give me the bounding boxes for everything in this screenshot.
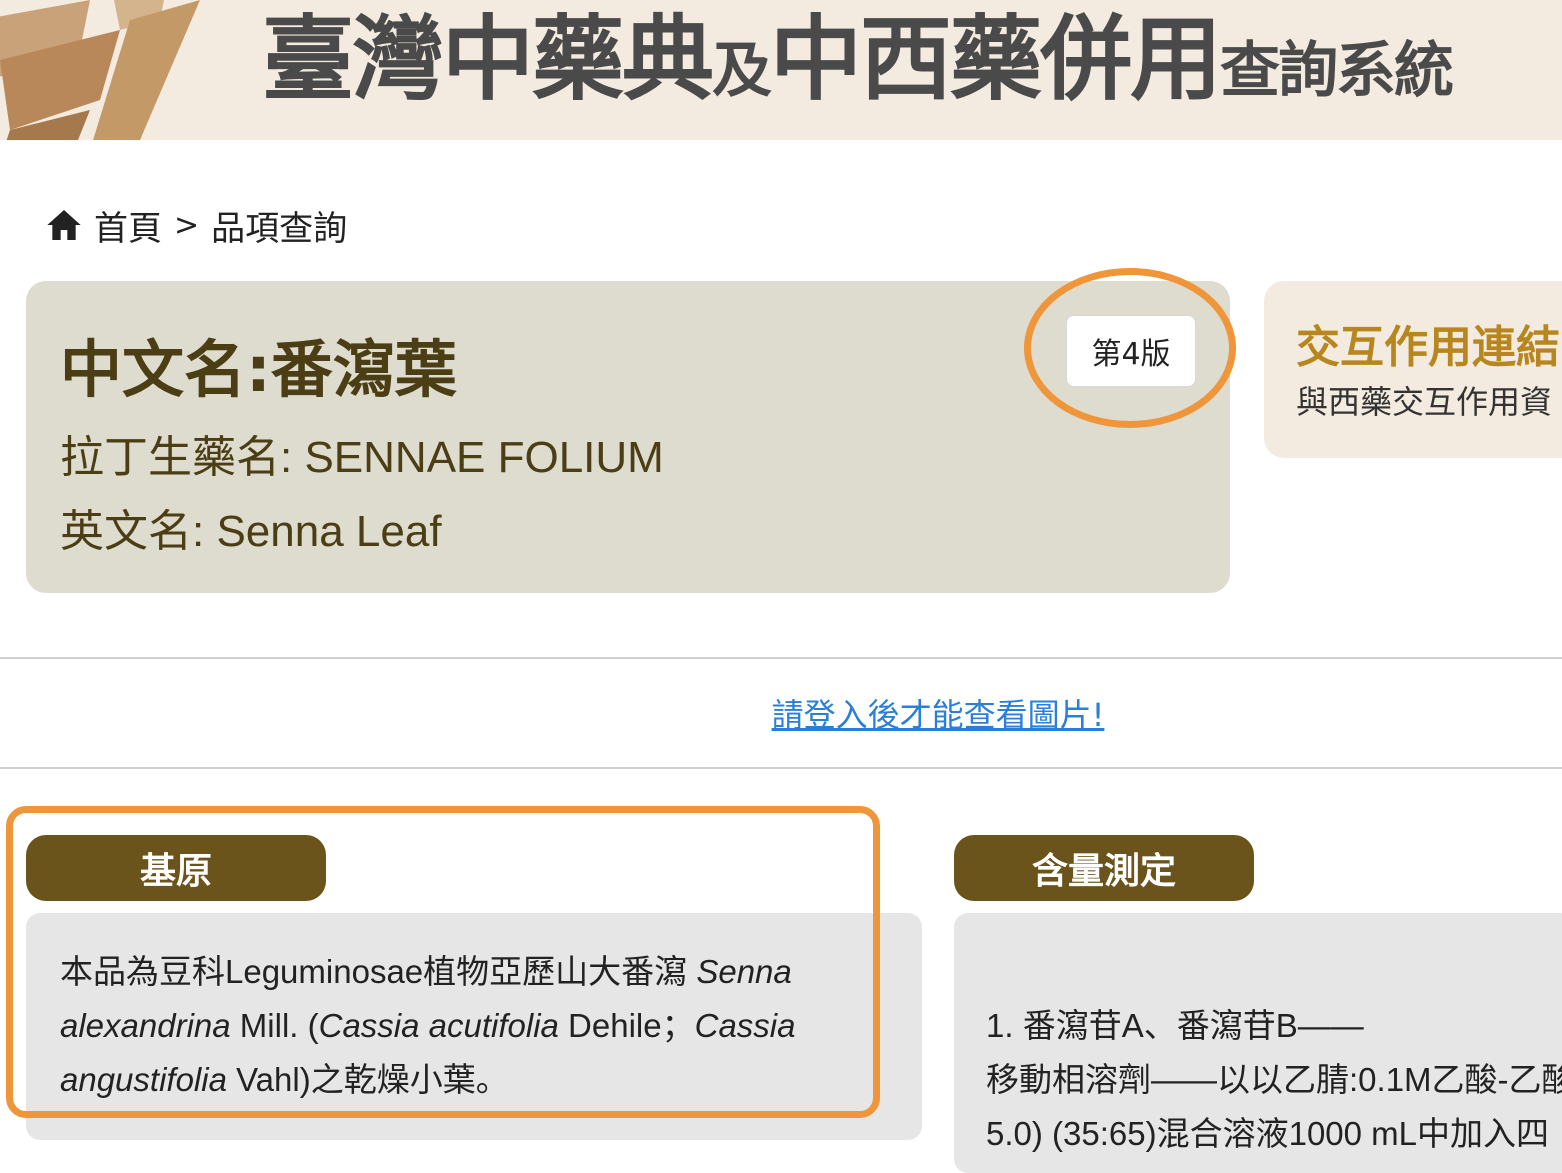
origin-section-header: 基原 xyxy=(26,835,326,901)
herb-info-card: 中文名:番瀉葉 拉丁生藥名: SENNAE FOLIUM 英文名: Senna … xyxy=(26,281,1230,593)
origin-species-4: Cassia xyxy=(694,1007,796,1044)
origin-species-2: alexandrina xyxy=(60,1007,231,1044)
herb-chinese-name: 中文名:番瀉葉 xyxy=(60,333,457,406)
assay-text: 1. 番瀉苷A、番瀉苷B—— 移動相溶劑——以以乙腈:0.1M乙酸-乙酸 5.0… xyxy=(986,999,1562,1161)
origin-text-1: 本品為豆科Leguminosae植物亞歷山大番瀉 xyxy=(60,953,697,990)
origin-text-4: Vahl)之乾燥小葉。 xyxy=(226,1061,509,1098)
title-join: 及 xyxy=(712,36,772,106)
interaction-link-card[interactable]: 交互作用連結 與西藥交互作用資 xyxy=(1264,281,1562,458)
site-banner: 臺灣中藥典及中西藥併用查詢系統 xyxy=(0,0,1562,140)
breadcrumb-separator: > xyxy=(174,207,200,243)
title-part-3: 查詢系統 xyxy=(1220,36,1454,106)
interaction-card-subtitle: 與西藥交互作用資 xyxy=(1296,383,1553,421)
assay-line-3: 5.0) (35:65)混合溶液1000 mL中加入四 xyxy=(986,1115,1550,1152)
assay-line-2: 移動相溶劑——以以乙腈:0.1M乙酸-乙酸 xyxy=(986,1061,1562,1098)
origin-species-3: Cassia acutifolia xyxy=(318,1007,559,1044)
assay-line-1: 1. 番瀉苷A、番瀉苷B—— xyxy=(986,1007,1364,1044)
origin-species-5: angustifolia xyxy=(60,1061,227,1098)
herb-slices-icon xyxy=(0,0,200,140)
home-icon[interactable] xyxy=(44,205,84,245)
site-title: 臺灣中藥典及中西藥併用查詢系統 xyxy=(262,4,1454,114)
origin-text: 本品為豆科Leguminosae植物亞歷山大番瀉 Senna alexandri… xyxy=(60,945,860,1107)
divider xyxy=(0,767,1562,769)
assay-section-header: 含量測定 xyxy=(954,835,1254,901)
version-badge[interactable]: 第4版 xyxy=(1066,315,1196,387)
title-part-1: 臺灣中藥典 xyxy=(262,5,714,113)
title-part-2: 中西藥併用 xyxy=(770,5,1222,113)
breadcrumb-current: 品項查詢 xyxy=(211,208,348,249)
herb-english-name: 英文名: Senna Leaf xyxy=(60,507,442,556)
interaction-card-title: 交互作用連結 xyxy=(1296,322,1560,373)
origin-text-3: Dehile； xyxy=(558,1007,695,1044)
login-to-view-images-link[interactable]: 請登入後才能查看圖片! xyxy=(0,690,1562,736)
breadcrumb: 首頁 > 品項查詢 xyxy=(44,200,347,250)
origin-species-1: Senna xyxy=(696,953,792,990)
origin-text-2: Mill. ( xyxy=(230,1007,319,1044)
breadcrumb-home-link[interactable]: 首頁 xyxy=(94,201,162,250)
divider xyxy=(0,657,1562,659)
herb-latin-name: 拉丁生藥名: SENNAE FOLIUM xyxy=(60,433,664,482)
